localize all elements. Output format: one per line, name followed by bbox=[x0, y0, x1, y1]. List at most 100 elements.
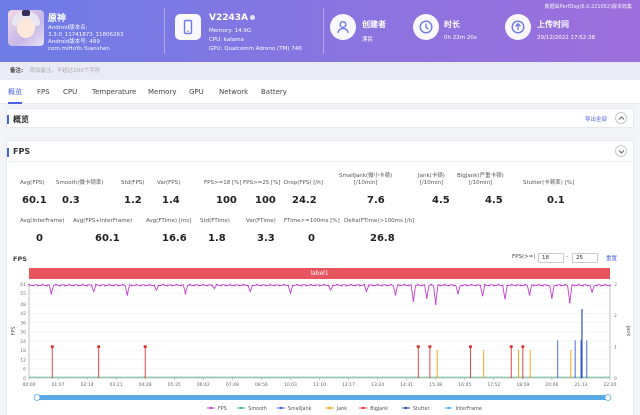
fps-point bbox=[327, 284, 330, 287]
export-all-link[interactable]: 导出全部 bbox=[585, 115, 607, 123]
device-gpu: GPU: Qualcomm Adreno (TM) 740 bbox=[209, 46, 302, 52]
fps-point bbox=[41, 283, 44, 286]
fps-point bbox=[318, 284, 321, 287]
tab-gpu[interactable]: GPU bbox=[189, 80, 204, 104]
x-tick-label: 14:31 bbox=[400, 382, 413, 388]
fps-point bbox=[211, 284, 214, 287]
fps-point bbox=[577, 283, 580, 286]
fps-point bbox=[546, 284, 549, 287]
collapse-overview-button[interactable] bbox=[615, 112, 627, 124]
fps-point bbox=[551, 296, 553, 299]
tab-temperature[interactable]: Temperature bbox=[92, 80, 136, 104]
fps-point bbox=[515, 284, 518, 287]
y-axis-label: FPS bbox=[11, 326, 17, 335]
fps-point bbox=[390, 283, 392, 286]
fps-point bbox=[135, 283, 138, 286]
tab-bar: 概览 FPS CPU Temperature Memory GPU Networ… bbox=[0, 80, 640, 104]
upload-label: 上传时间 bbox=[537, 20, 569, 29]
remark-placeholder[interactable]: 添加备注，不超过200个字符 bbox=[29, 68, 100, 74]
fps-point bbox=[416, 283, 419, 286]
fps-point bbox=[542, 284, 544, 287]
fps-point bbox=[363, 283, 366, 286]
tool-version: 数据由PerfDog(6.0.221052)版本收集 bbox=[544, 4, 632, 10]
x-tick-label: 02:14 bbox=[81, 382, 94, 388]
fps-point bbox=[439, 284, 442, 287]
fps-point bbox=[425, 296, 428, 299]
fps-point bbox=[256, 283, 258, 286]
legend-label: Jank bbox=[336, 406, 347, 412]
fps-point bbox=[180, 284, 182, 287]
app-name: 原神 bbox=[48, 14, 67, 24]
fps-point bbox=[296, 283, 299, 286]
info-icon[interactable] bbox=[249, 15, 255, 20]
fps-point bbox=[582, 284, 585, 287]
tab-network[interactable]: Network bbox=[219, 80, 248, 104]
x-tick-label: 10:03 bbox=[284, 382, 297, 388]
y-tick-label: 0 bbox=[23, 376, 26, 382]
user-icon bbox=[330, 14, 356, 40]
creator-value: 漂民 bbox=[362, 37, 374, 43]
fps-point bbox=[305, 284, 307, 287]
app-package: com.miHoYo.Yuanshen bbox=[48, 46, 110, 52]
x-tick-label: 13:24 bbox=[371, 382, 384, 388]
fps-point bbox=[475, 284, 477, 287]
zoom-slider-track bbox=[37, 395, 608, 400]
tab-overview[interactable]: 概览 bbox=[8, 80, 22, 104]
fps-point bbox=[568, 301, 571, 304]
fps-point bbox=[99, 284, 102, 287]
fps-point bbox=[90, 284, 93, 287]
fps-point bbox=[162, 283, 164, 286]
y2-tick-label: 0 bbox=[614, 376, 617, 382]
y2-tick-label: 3 bbox=[614, 282, 617, 288]
x-tick-label: 12:17 bbox=[342, 382, 355, 388]
x-tick-label: 04:28 bbox=[139, 382, 152, 388]
remark-bar[interactable]: 备注: 添加备注，不超过200个字符 bbox=[0, 62, 640, 80]
tab-memory[interactable]: Memory bbox=[148, 80, 176, 104]
fps-point bbox=[28, 283, 30, 286]
legend-marker bbox=[404, 406, 408, 410]
x-tick-label: 17:52 bbox=[487, 382, 500, 388]
fps-point bbox=[206, 284, 209, 287]
legend-label: FPS bbox=[218, 406, 227, 412]
fps-point bbox=[443, 283, 446, 286]
legend-marker bbox=[209, 406, 213, 410]
fps-point bbox=[586, 284, 589, 287]
x-tick-label: 03:21 bbox=[110, 382, 123, 388]
fps-point bbox=[108, 283, 111, 286]
device-cpu: CPU: kalama bbox=[209, 37, 244, 43]
tab-cpu[interactable]: CPU bbox=[63, 80, 77, 104]
fps-point bbox=[59, 284, 62, 287]
fps-point bbox=[273, 284, 276, 287]
fps-point bbox=[68, 283, 71, 286]
overview-title: 概览 bbox=[7, 115, 29, 124]
fps-point bbox=[193, 284, 196, 287]
fps-point bbox=[242, 283, 245, 286]
fps-point bbox=[113, 284, 115, 287]
fps-point bbox=[86, 284, 88, 287]
x-tick-label: 22:20 bbox=[604, 382, 617, 388]
legend-marker bbox=[279, 406, 283, 410]
device-name: V2243A bbox=[209, 13, 255, 23]
fps-point bbox=[483, 283, 486, 286]
fps-point bbox=[533, 284, 535, 287]
x-tick-label: 18:59 bbox=[516, 382, 529, 388]
fps-point bbox=[233, 284, 236, 287]
fps-point bbox=[202, 283, 205, 286]
tab-battery[interactable]: Battery bbox=[261, 80, 287, 104]
fps-point bbox=[345, 284, 348, 287]
zoom-slider-handle-left bbox=[33, 394, 41, 401]
fps-point bbox=[466, 284, 468, 287]
duration-value: 0h 22m 20s bbox=[444, 35, 477, 41]
upload-icon bbox=[505, 14, 531, 40]
fps-point bbox=[403, 283, 406, 286]
fps-chart[interactable]: 061218243036424855610123FPS Jank00:00 01:0… bbox=[7, 141, 633, 415]
legend-label: Smooth bbox=[248, 406, 267, 412]
fps-series-line bbox=[28, 283, 610, 305]
fps-point bbox=[501, 284, 504, 287]
tab-fps[interactable]: FPS bbox=[37, 80, 50, 104]
fps-point bbox=[609, 284, 611, 287]
legend-label: SmallJank bbox=[288, 406, 312, 412]
fps-point bbox=[184, 292, 187, 295]
y-tick-label: 48 bbox=[20, 302, 26, 308]
fps-point bbox=[488, 284, 491, 287]
